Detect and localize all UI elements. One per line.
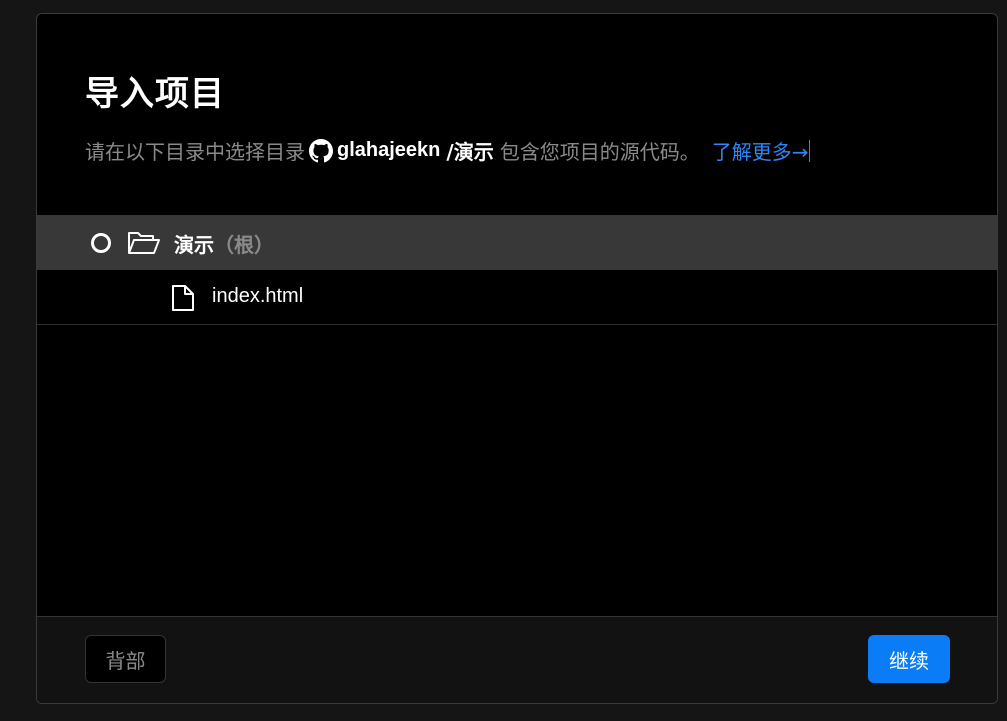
- repo-owner: glahajeekn: [337, 139, 441, 161]
- learn-more-link[interactable]: 了解更多→: [712, 136, 809, 165]
- continue-button[interactable]: 继续: [868, 635, 950, 683]
- dialog-footer: 背部 继续: [37, 616, 997, 703]
- dialog-title: 导入项目: [85, 74, 225, 114]
- file-name: index.html: [212, 285, 304, 307]
- subtitle-suffix: 包含您项目的源代码。: [499, 140, 700, 164]
- repo-path: /演示: [446, 140, 494, 164]
- subtitle-prefix: 请在以下目录中选择目录: [85, 140, 305, 164]
- text-cursor: [809, 139, 811, 162]
- root-folder-suffix: （根）: [214, 233, 274, 257]
- import-project-dialog: 导入项目 请在以下目录中选择目录 glahajeekn /演示 包含您项目的源代…: [36, 13, 998, 704]
- root-radio-button[interactable]: [91, 233, 111, 253]
- root-folder-name: 演示: [174, 233, 214, 257]
- tree-row-root[interactable]: 演示（根）: [37, 215, 997, 270]
- dialog-subtitle: 请在以下目录中选择目录 glahajeekn /演示 包含您项目的源代码。 了解…: [85, 136, 811, 165]
- back-button[interactable]: 背部: [85, 635, 166, 683]
- file-icon: [170, 283, 196, 313]
- tree-row-file[interactable]: index.html: [37, 270, 997, 325]
- folder-open-icon: [127, 229, 161, 257]
- root-folder-label: 演示（根）: [174, 229, 274, 258]
- github-icon: [309, 138, 333, 163]
- directory-tree: 演示（根） index.html: [37, 215, 997, 325]
